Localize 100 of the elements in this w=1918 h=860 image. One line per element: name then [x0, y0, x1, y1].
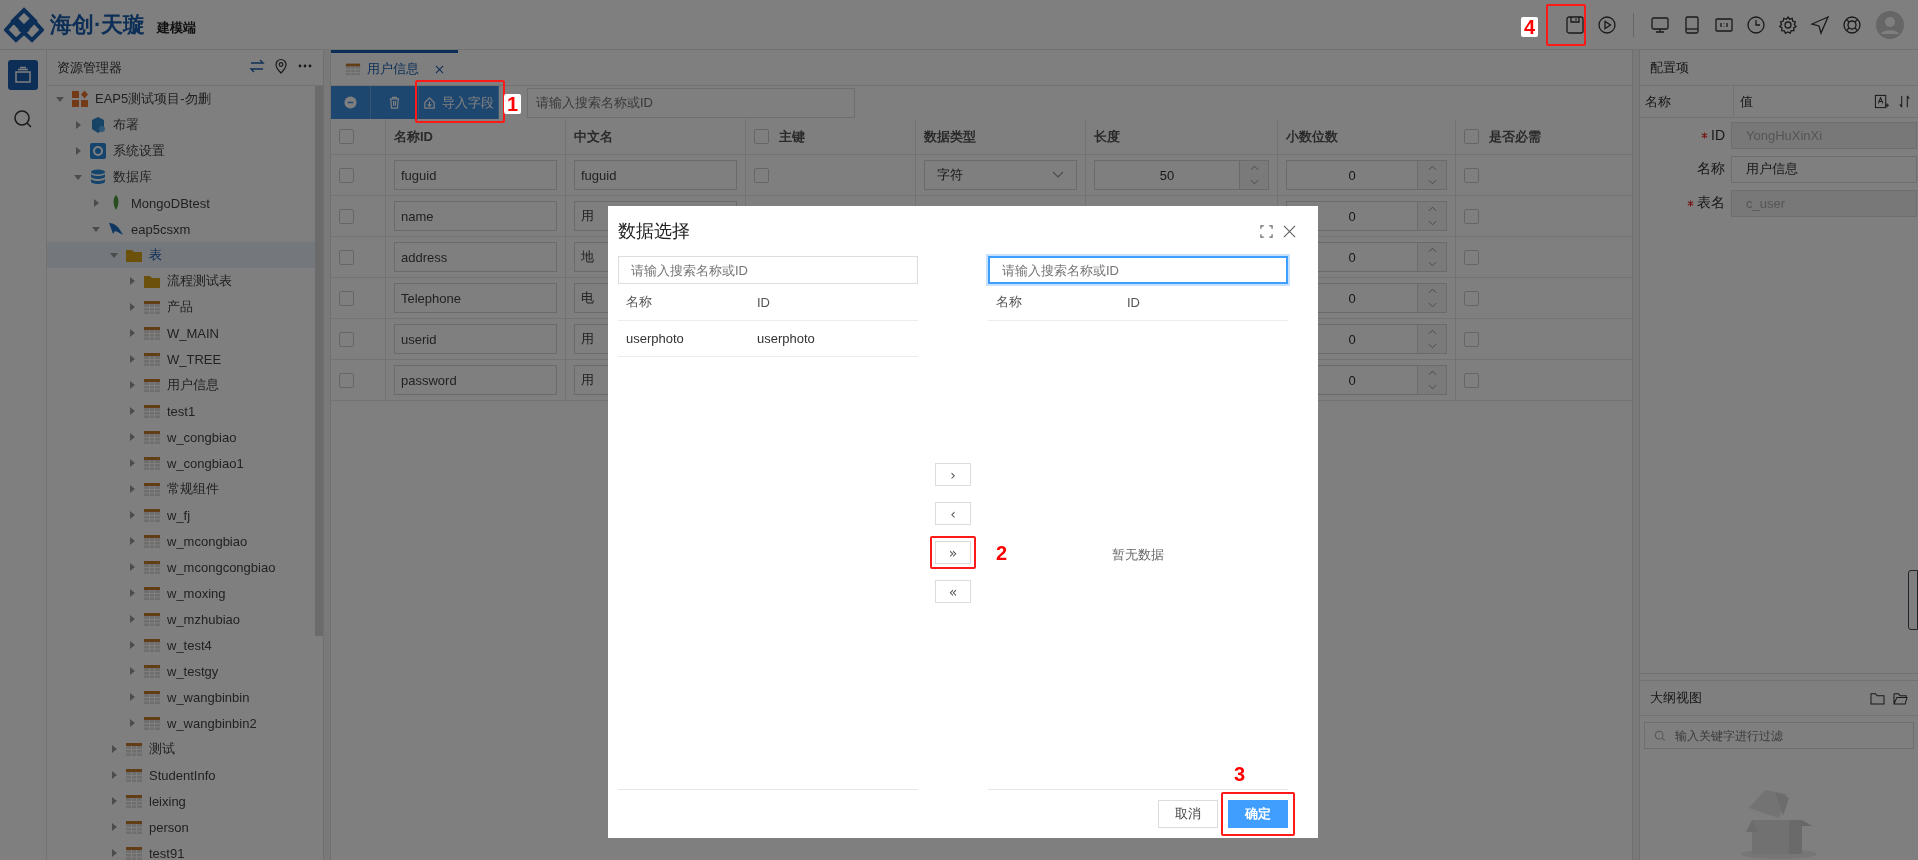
- spin-up-icon[interactable]: [1427, 206, 1437, 212]
- caret-icon[interactable]: [127, 302, 137, 312]
- caret-icon[interactable]: [127, 328, 137, 338]
- monitor-icon[interactable]: [1650, 14, 1670, 35]
- tree-item[interactable]: W_MAIN: [47, 320, 315, 346]
- tree-item[interactable]: w_test4: [47, 632, 315, 658]
- caret-icon[interactable]: [127, 588, 137, 598]
- checkbox[interactable]: [339, 249, 354, 265]
- list-cell[interactable]: userphoto: [749, 331, 880, 346]
- caret-icon[interactable]: [127, 380, 137, 390]
- checkbox[interactable]: [339, 331, 354, 347]
- tree-item[interactable]: w_congbiao: [47, 424, 315, 450]
- caret-icon[interactable]: [127, 536, 137, 546]
- spin-down-icon[interactable]: [1427, 302, 1437, 308]
- list-cell[interactable]: userphoto: [618, 331, 749, 346]
- caret-icon[interactable]: [73, 172, 83, 182]
- tree-item[interactable]: EAP5测试项目-勿删: [47, 86, 315, 112]
- play-icon[interactable]: [1597, 14, 1617, 35]
- caret-icon[interactable]: [127, 432, 137, 442]
- checkbox[interactable]: [1464, 208, 1479, 224]
- checkbox[interactable]: [1464, 290, 1479, 306]
- tree-item[interactable]: 用户信息: [47, 372, 315, 398]
- add-button[interactable]: [331, 86, 371, 119]
- tree-item[interactable]: eap5csxm: [47, 216, 315, 242]
- checkbox[interactable]: [754, 167, 769, 183]
- caret-icon[interactable]: [109, 744, 119, 754]
- transfer-button[interactable]: »: [935, 541, 971, 564]
- tree-item[interactable]: 常规组件: [47, 476, 315, 502]
- tree-item[interactable]: 流程测试表: [47, 268, 315, 294]
- text-field[interactable]: address: [394, 242, 557, 272]
- caret-icon[interactable]: [109, 796, 119, 806]
- send-icon[interactable]: [1810, 14, 1830, 35]
- spin-down-icon[interactable]: [1427, 384, 1437, 390]
- tree-item[interactable]: 测试: [47, 736, 315, 762]
- close-icon[interactable]: [435, 64, 444, 74]
- caret-icon[interactable]: [127, 692, 137, 702]
- caret-icon[interactable]: [109, 770, 119, 780]
- caret-icon[interactable]: [127, 276, 137, 286]
- save-icon[interactable]: [1565, 14, 1585, 35]
- spin-up-icon[interactable]: [1427, 165, 1437, 171]
- tree-item[interactable]: leixing: [47, 788, 315, 814]
- caret-icon[interactable]: [127, 354, 137, 364]
- checkbox[interactable]: [339, 129, 354, 144]
- caret-icon[interactable]: [55, 94, 65, 104]
- sort-icon[interactable]: [1897, 94, 1912, 109]
- checkbox[interactable]: [1464, 167, 1479, 183]
- caret-icon[interactable]: [127, 640, 137, 650]
- checkbox[interactable]: [1464, 372, 1479, 388]
- checkbox[interactable]: [339, 167, 354, 183]
- tree-item[interactable]: test91: [47, 840, 315, 860]
- tree-item[interactable]: w_congbiao1: [47, 450, 315, 476]
- spin-down-icon[interactable]: [1249, 179, 1259, 185]
- confirm-button[interactable]: 确定: [1228, 800, 1288, 828]
- checkbox[interactable]: [339, 208, 354, 224]
- transfer-button[interactable]: ‹: [935, 502, 971, 525]
- caret-icon[interactable]: [127, 614, 137, 624]
- checkbox[interactable]: [1464, 249, 1479, 265]
- caret-icon[interactable]: [73, 120, 83, 130]
- transfer-button[interactable]: «: [935, 580, 971, 603]
- caret-icon[interactable]: [127, 406, 137, 416]
- clock-icon[interactable]: [1746, 14, 1766, 35]
- tree-item[interactable]: w_mcongbiao: [47, 528, 315, 554]
- tree-item[interactable]: person: [47, 814, 315, 840]
- spin-down-icon[interactable]: [1427, 179, 1437, 185]
- number-field[interactable]: 0: [1286, 201, 1447, 231]
- tree-item[interactable]: 表: [47, 242, 315, 268]
- splitter[interactable]: [323, 50, 331, 860]
- tree-item[interactable]: 数据库: [47, 164, 315, 190]
- caret-icon[interactable]: [127, 484, 137, 494]
- transfer-button[interactable]: ›: [935, 463, 971, 486]
- property-field[interactable]: 用户信息: [1731, 155, 1917, 183]
- spin-down-icon[interactable]: [1427, 220, 1437, 226]
- caret-icon[interactable]: [127, 562, 137, 572]
- tree-item[interactable]: test1: [47, 398, 315, 424]
- delete-button[interactable]: [371, 86, 419, 119]
- checkbox[interactable]: [754, 129, 769, 144]
- text-field[interactable]: password: [394, 365, 557, 395]
- caret-icon[interactable]: [109, 822, 119, 832]
- tree-item[interactable]: w_mcongcongbiao: [47, 554, 315, 580]
- checkbox[interactable]: [1464, 129, 1479, 144]
- text-field[interactable]: userid: [394, 324, 557, 354]
- tree-item[interactable]: 产品: [47, 294, 315, 320]
- caret-icon[interactable]: [127, 458, 137, 468]
- spin-up-icon[interactable]: [1427, 288, 1437, 294]
- close-icon[interactable]: [1283, 224, 1296, 238]
- tree-item[interactable]: 布署: [47, 112, 315, 138]
- tree-item[interactable]: w_fj: [47, 502, 315, 528]
- avatar-icon[interactable]: [1876, 10, 1904, 39]
- checkbox[interactable]: [339, 290, 354, 306]
- select-field[interactable]: 字符: [924, 160, 1077, 190]
- caret-icon[interactable]: [91, 224, 101, 234]
- spin-down-icon[interactable]: [1427, 261, 1437, 267]
- tree-item[interactable]: W_TREE: [47, 346, 315, 372]
- text-add-icon[interactable]: [1874, 94, 1889, 109]
- explorer-icon[interactable]: [8, 60, 38, 90]
- number-field[interactable]: 0: [1286, 160, 1447, 190]
- text-field[interactable]: fuguid: [574, 160, 737, 190]
- spin-down-icon[interactable]: [1427, 343, 1437, 349]
- number-field[interactable]: 50: [1094, 160, 1269, 190]
- tree-item[interactable]: w_mzhubiao: [47, 606, 315, 632]
